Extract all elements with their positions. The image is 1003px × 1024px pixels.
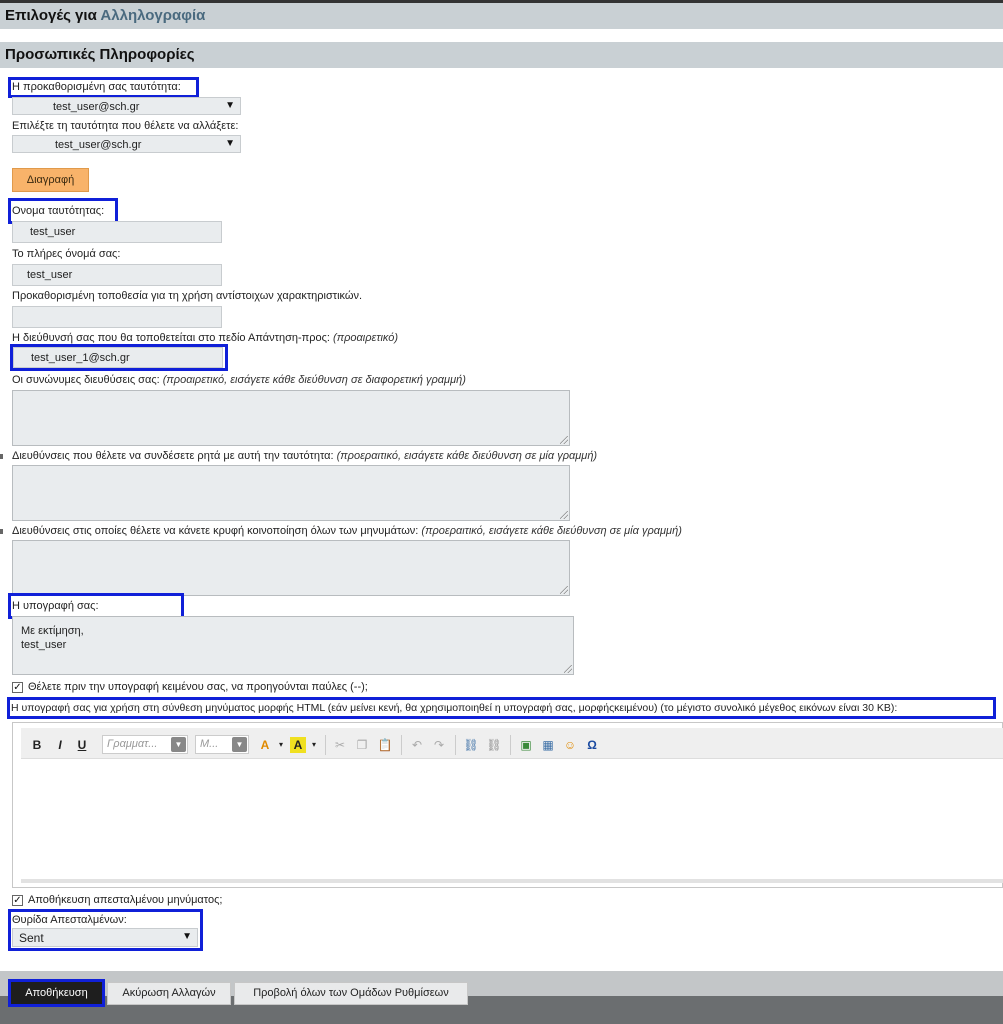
section-title: Προσωπικές Πληροφορίες (5, 46, 195, 63)
text-color-icon[interactable]: A (257, 737, 273, 753)
resize-grip-icon[interactable] (560, 586, 568, 594)
resize-grip-icon[interactable] (560, 436, 568, 444)
sent-folder-label: Θυρίδα Απεσταλμένων: (12, 914, 127, 926)
dropdown-arrow-icon: ▼ (225, 138, 235, 149)
save-sent-label: Αποθήκευση απεσταλμένου μηνύματος; (28, 894, 223, 906)
table-icon[interactable]: ▦ (540, 737, 556, 753)
bcc-label: Διευθύνσεις στις οποίες θέλετε να κάνετε… (12, 525, 682, 537)
page-title: Επιλογές για Αλληλογραφία (5, 7, 206, 24)
font-family-combo[interactable]: Γραμματ... ▼ (102, 735, 188, 754)
dropdown-arrow-icon: ▼ (182, 931, 192, 942)
background-color-icon[interactable]: A (290, 737, 306, 753)
full-name-input[interactable]: test_user (12, 264, 222, 286)
tie-textarea[interactable] (12, 465, 570, 521)
undo-changes-button[interactable]: Ακύρωση Αλλαγών (107, 982, 231, 1005)
default-identity-label: Η προκαθορισμένη σας ταυτότητα: (12, 81, 181, 93)
link-icon[interactable]: ⛓ (463, 737, 479, 753)
chevron-down-icon[interactable]: ▾ (273, 737, 289, 753)
identity-name-input[interactable]: test_user (12, 221, 222, 243)
toolbar-separator (401, 735, 402, 755)
signature-label: Η υπογραφή σας: (12, 600, 99, 612)
cut-icon[interactable]: ✂ (332, 737, 348, 753)
dropdown-arrow-icon: ▼ (171, 737, 186, 752)
save-button[interactable]: Αποθήκευση (8, 979, 105, 1007)
smiley-icon[interactable]: ☺ (562, 737, 578, 753)
font-size-combo[interactable]: Μ... ▼ (195, 735, 249, 754)
show-all-groups-button[interactable]: Προβολή όλων των Ομάδων Ρυθμίσεων (234, 982, 468, 1005)
toolbar-separator (455, 735, 456, 755)
change-identity-select[interactable]: test_user@sch.gr ▼ (12, 135, 241, 153)
page-header: Επιλογές για Αλληλογραφία (0, 3, 1003, 29)
redo-icon[interactable]: ↷ (431, 737, 447, 753)
signature-textarea[interactable]: Με εκτίμηση, test_user (12, 616, 574, 675)
save-sent-checkbox[interactable]: ✓ (12, 895, 23, 906)
dashes-label: Θέλετε πριν την υπογραφή κειμένου σας, ν… (28, 681, 368, 693)
alias-textarea[interactable] (12, 390, 570, 446)
unlink-icon[interactable]: ⛓ (486, 737, 502, 753)
alias-label: Οι συνώνυμες διευθύσεις σας: (προαιρετικ… (12, 374, 466, 386)
bcc-textarea[interactable] (12, 540, 570, 596)
location-label: Προκαθορισμένη τοποθεσία για τη χρήση αν… (12, 290, 363, 302)
change-identity-label: Επιλέξτε τη ταυτότητα που θέλετε να αλλά… (12, 120, 239, 132)
dropdown-arrow-icon: ▼ (225, 100, 235, 111)
location-input[interactable] (12, 306, 222, 328)
divider (0, 454, 3, 459)
resize-grip-icon[interactable] (560, 511, 568, 519)
toolbar-separator (510, 735, 511, 755)
toolbar-separator (325, 735, 326, 755)
section-header: Προσωπικές Πληροφορίες (0, 42, 1003, 68)
special-char-icon[interactable]: Ω (584, 737, 600, 753)
replyto-input[interactable]: test_user_1@sch.gr (13, 347, 223, 368)
full-name-label: Το πλήρες όνομά σας: (12, 248, 121, 260)
italic-button[interactable]: I (52, 737, 68, 753)
divider (0, 529, 3, 534)
resize-grip-icon[interactable] (564, 665, 572, 673)
html-signature-label: Η υπογραφή σας για χρήση στη σύνθεση μην… (11, 702, 898, 714)
chevron-down-icon[interactable]: ▾ (306, 737, 322, 753)
default-identity-select[interactable]: test_user@sch.gr ▼ (12, 97, 241, 115)
editor-toolbar: B I U Γραμματ... ▼ Μ... ▼ A ▾ A ▾ ✂ ❐ 📋 ↶ … (21, 728, 1003, 759)
dashes-checkbox[interactable]: ✓ (12, 682, 23, 693)
undo-icon[interactable]: ↶ (409, 737, 425, 753)
html-signature-editor[interactable]: B I U Γραμματ... ▼ Μ... ▼ A ▾ A ▾ ✂ ❐ 📋 ↶ … (12, 722, 1003, 888)
delete-button[interactable]: Διαγραφή (12, 168, 89, 192)
tie-label: Διευθύνσεις που θέλετε να συνδέσετε ρητά… (12, 450, 598, 462)
image-icon[interactable]: ▣ (518, 737, 534, 753)
replyto-label: Η διεύθυνσή σας που θα τοποθετείται στο … (12, 332, 399, 344)
copy-icon[interactable]: ❐ (354, 737, 370, 753)
underline-button[interactable]: U (74, 737, 90, 753)
dropdown-arrow-icon: ▼ (232, 737, 247, 752)
identity-name-label: Ονομα ταυτότητας: (12, 205, 105, 217)
sent-folder-select[interactable]: Sent ▼ (12, 928, 198, 947)
bold-button[interactable]: B (29, 737, 45, 753)
paste-icon[interactable]: 📋 (377, 737, 393, 753)
app-name: Αλληλογραφία (100, 7, 206, 24)
editor-content-area[interactable] (21, 759, 1003, 883)
